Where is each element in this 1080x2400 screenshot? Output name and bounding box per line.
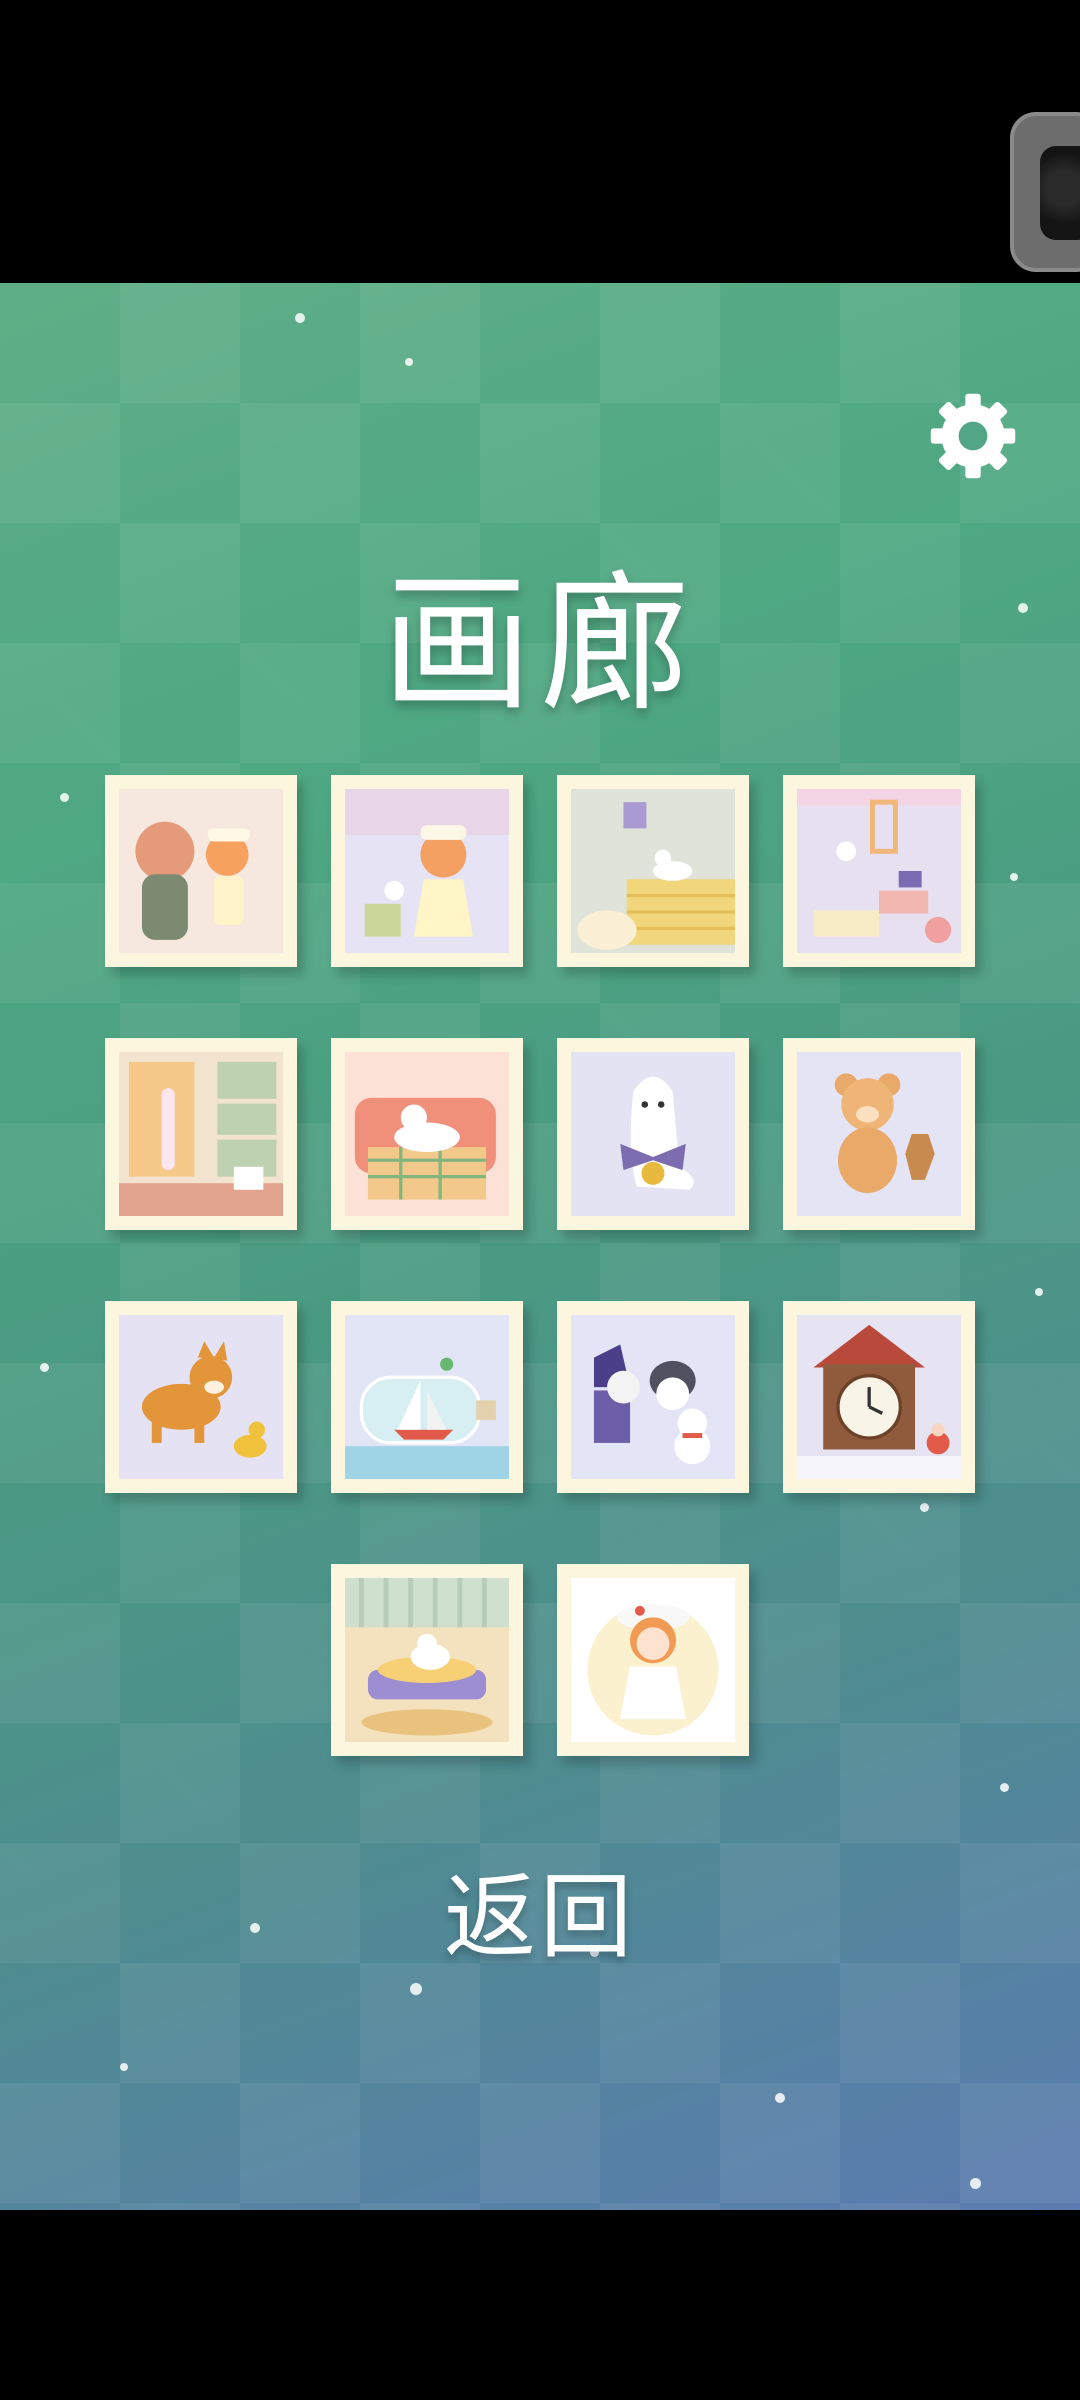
gallery-thumbnail <box>119 789 283 953</box>
gallery-thumbnail <box>571 789 735 953</box>
status-bar-area <box>0 0 1080 283</box>
snow-particle <box>295 313 305 323</box>
settings-button[interactable] <box>925 388 1021 484</box>
camera-cutout <box>1010 112 1080 272</box>
snow-particle <box>60 793 69 802</box>
snow-particle <box>1010 873 1018 881</box>
gallery-item-cuckoo-clock[interactable] <box>783 1301 975 1493</box>
gallery-item-penguin-and-snowman[interactable] <box>557 1301 749 1493</box>
back-button[interactable]: 返回 <box>0 1843 1080 1976</box>
gallery-item-girl-with-mirror[interactable] <box>105 775 297 967</box>
gallery-item-ghost-cat-with-bell[interactable] <box>557 1038 749 1230</box>
gallery-thumbnail <box>345 789 509 953</box>
gallery-thumbnail <box>797 1052 961 1216</box>
snow-particle <box>970 2178 981 2189</box>
gallery-item-ship-in-bottle[interactable] <box>331 1301 523 1493</box>
gallery-thumbnail <box>797 1315 961 1479</box>
gallery-item-cat-on-cushion[interactable] <box>331 1564 523 1756</box>
gallery-item-cat-at-window[interactable] <box>105 1038 297 1230</box>
snow-particle <box>775 2093 785 2103</box>
gallery-thumbnail <box>571 1052 735 1216</box>
gallery-thumbnail <box>571 1315 735 1479</box>
gallery-thumbnail <box>345 1315 509 1479</box>
snow-particle <box>120 2063 128 2071</box>
snow-particle <box>405 358 413 366</box>
camera-lens <box>1040 146 1080 240</box>
navigation-bar-area <box>0 2210 1080 2400</box>
gallery-item-cat-on-wall[interactable] <box>557 775 749 967</box>
gallery-thumbnail <box>119 1052 283 1216</box>
gallery-item-shiba-dog[interactable] <box>105 1301 297 1493</box>
gallery-item-girl-with-cat-toy[interactable] <box>331 775 523 967</box>
gallery-thumbnail <box>345 1052 509 1216</box>
gallery-item-cats-in-shop[interactable] <box>783 775 975 967</box>
gallery-thumbnail <box>571 1578 735 1742</box>
snow-particle <box>40 1363 49 1372</box>
snow-particle <box>920 1503 929 1512</box>
snow-particle <box>1035 1288 1043 1296</box>
gear-icon <box>930 393 1016 479</box>
snow-particle <box>410 1983 422 1995</box>
gallery-screen: 画廊 返回 <box>0 283 1080 2210</box>
gallery-item-cat-on-sofa[interactable] <box>331 1038 523 1230</box>
gallery-item-teddy-bear[interactable] <box>783 1038 975 1230</box>
gallery-thumbnail <box>119 1315 283 1479</box>
gallery-item-girl-in-white[interactable] <box>557 1564 749 1756</box>
snow-particle <box>1000 1783 1009 1792</box>
page-title: 画廊 <box>381 558 698 732</box>
gallery-thumbnail <box>345 1578 509 1742</box>
gallery-thumbnail <box>797 789 961 953</box>
